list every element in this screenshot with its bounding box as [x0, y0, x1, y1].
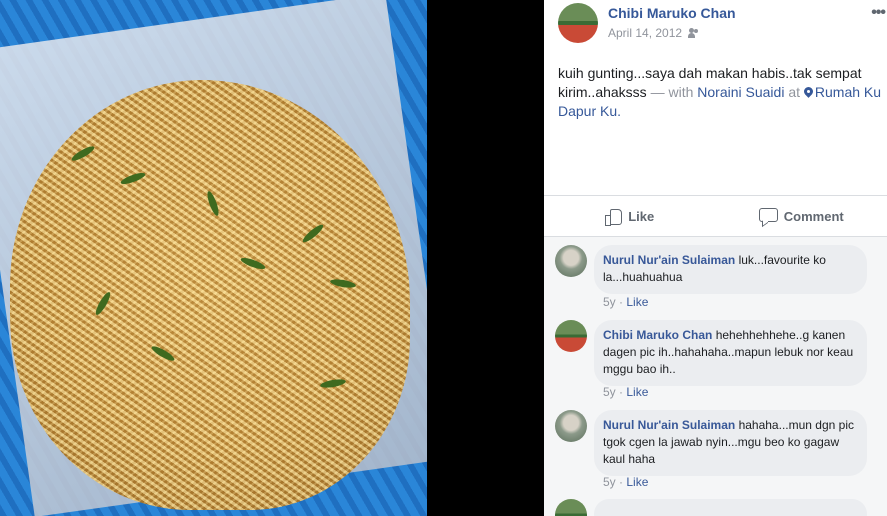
- author-name[interactable]: Chibi Maruko Chan: [608, 5, 736, 21]
- comment-meta: 5y · Like: [603, 295, 648, 309]
- comment-like-link[interactable]: Like: [626, 295, 648, 309]
- comment-meta: 5y · Like: [603, 385, 648, 399]
- thumbs-up-icon: [605, 208, 623, 226]
- comment-meta: 5y · Like: [603, 475, 648, 489]
- comment-age[interactable]: 5y: [603, 295, 616, 309]
- comment-bubble: Chibi Maruko Chan hehehhehhehe..g kanen …: [594, 320, 867, 386]
- commenter-avatar[interactable]: [555, 245, 587, 277]
- author-avatar[interactable]: [558, 3, 598, 43]
- post-date[interactable]: April 14, 2012: [608, 26, 682, 40]
- post-photo[interactable]: [0, 0, 427, 516]
- comment-button[interactable]: Comment: [716, 196, 887, 236]
- photo-viewer[interactable]: [0, 0, 427, 516]
- friends-icon[interactable]: [688, 28, 700, 38]
- commenter-avatar[interactable]: [555, 410, 587, 442]
- comment-age[interactable]: 5y: [603, 385, 616, 399]
- more-options-icon[interactable]: •••: [871, 4, 886, 22]
- comment-bubble: [594, 499, 867, 516]
- post-header: Chibi Maruko Chan April 14, 2012 •••: [544, 0, 887, 52]
- comments-list: Nurul Nur'ain Sulaiman luk...favourite k…: [544, 237, 887, 516]
- like-label: Like: [628, 208, 655, 224]
- commenter-avatar[interactable]: [555, 499, 587, 516]
- meta-separator: ·: [615, 475, 627, 489]
- comment-like-link[interactable]: Like: [626, 385, 648, 399]
- comment-label: Comment: [783, 208, 844, 224]
- commenter-name[interactable]: Nurul Nur'ain Sulaiman: [603, 253, 735, 267]
- commenter-avatar[interactable]: [555, 320, 587, 352]
- action-bar: Like Comment: [544, 195, 887, 237]
- location-pin-icon: [804, 87, 813, 98]
- tagged-friend-link[interactable]: Noraini Suaidi: [697, 84, 784, 100]
- post-side-panel: Chibi Maruko Chan April 14, 2012 ••• kui…: [544, 0, 887, 516]
- comment-bubble: Nurul Nur'ain Sulaiman hahaha...mun dgn …: [594, 410, 867, 476]
- with-prefix: — with: [646, 84, 698, 100]
- post-meta: April 14, 2012: [608, 26, 700, 40]
- like-button[interactable]: Like: [544, 196, 716, 236]
- commenter-name[interactable]: Nurul Nur'ain Sulaiman: [603, 418, 735, 432]
- commenter-name[interactable]: Chibi Maruko Chan: [603, 328, 712, 342]
- post-text: kuih gunting...saya dah makan habis..tak…: [558, 64, 887, 121]
- at-prefix: at: [784, 84, 804, 100]
- comment-like-link[interactable]: Like: [626, 475, 648, 489]
- speech-bubble-icon: [758, 208, 778, 224]
- meta-separator: ·: [615, 295, 627, 309]
- comment-bubble: Nurul Nur'ain Sulaiman luk...favourite k…: [594, 245, 867, 294]
- comment-age[interactable]: 5y: [603, 475, 616, 489]
- meta-separator: ·: [615, 385, 627, 399]
